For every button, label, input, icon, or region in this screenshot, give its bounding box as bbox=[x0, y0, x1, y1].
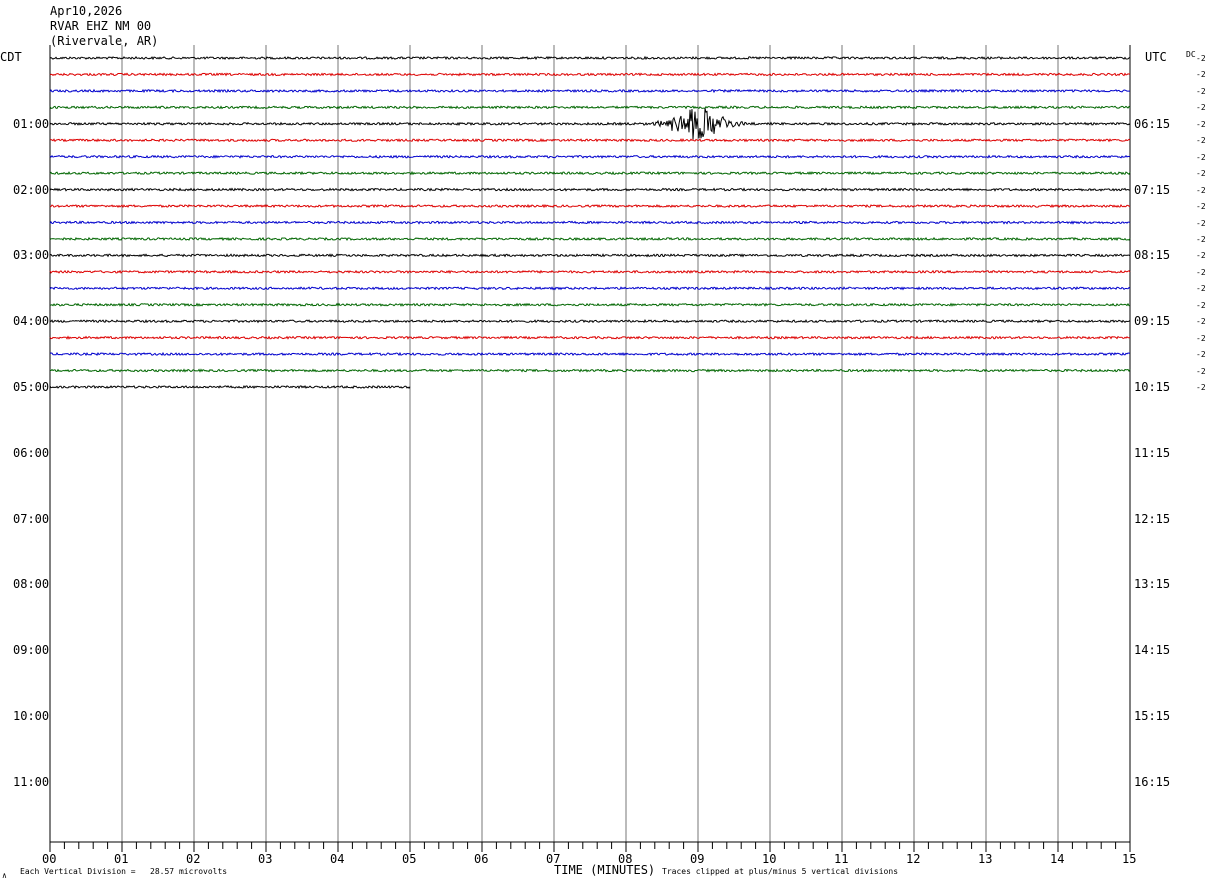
left-hour-label-0200: 02:00 bbox=[13, 182, 50, 197]
trace-line-19 bbox=[50, 368, 1131, 373]
x-tick-label-09: 09 bbox=[690, 852, 705, 866]
right-hour-label-1015: 10:15 bbox=[1134, 380, 1171, 394]
trace-line-12 bbox=[49, 253, 1131, 258]
seismic-traces bbox=[49, 55, 1131, 390]
right-hour-label-1515: 15:15 bbox=[1134, 709, 1171, 723]
right-hour-label-0815: 08:15 bbox=[1134, 248, 1171, 263]
dc-offset-15: -2 bbox=[1196, 300, 1206, 310]
trace-line-11 bbox=[49, 236, 1131, 242]
dc-offset-20: -2 bbox=[1196, 383, 1206, 392]
dc-offset-1: -2 bbox=[1196, 70, 1206, 80]
x-tick-label-13: 13 bbox=[978, 852, 993, 866]
dc-offset-16: -2 bbox=[1196, 317, 1206, 327]
x-axis-title: TIME (MINUTES) bbox=[554, 863, 656, 877]
dc-offset-6: -2 bbox=[1196, 152, 1206, 162]
trace-line-1 bbox=[49, 72, 1131, 77]
dc-offset-5: -2 bbox=[1196, 136, 1206, 146]
trace-line-10 bbox=[49, 220, 1131, 225]
trace-line-16 bbox=[49, 318, 1131, 324]
trace-line-7 bbox=[49, 170, 1131, 176]
trace-line-6 bbox=[49, 154, 1131, 159]
dc-offset-4: -2 bbox=[1196, 119, 1206, 129]
dc-offset-0: -2 bbox=[1196, 54, 1206, 63]
x-tick-label-06: 06 bbox=[474, 852, 489, 866]
trace-line-9 bbox=[49, 203, 1131, 209]
minute-gridlines bbox=[49, 45, 1131, 843]
right-hour-label-0715: 07:15 bbox=[1134, 182, 1171, 197]
right-hour-label-1615: 16:15 bbox=[1134, 774, 1171, 789]
right-hour-label-0915: 09:15 bbox=[1134, 314, 1171, 329]
x-tick-label-11: 11 bbox=[834, 852, 849, 866]
x-tick-label-15: 15 bbox=[1122, 852, 1137, 866]
dc-offset-7: -2 bbox=[1196, 169, 1206, 179]
left-hour-label-0300: 03:00 bbox=[13, 248, 50, 263]
x-tick-label-01: 01 bbox=[114, 852, 129, 866]
left-hour-label-1100: 11:00 bbox=[13, 774, 50, 789]
dc-offset-3: -2 bbox=[1196, 103, 1206, 113]
trace-line-5 bbox=[49, 138, 1131, 143]
right-hour-label-1115: 11:15 bbox=[1134, 445, 1171, 460]
dc-offset-8: -2 bbox=[1196, 185, 1206, 195]
trace-line-17 bbox=[49, 335, 1131, 340]
left-hour-label-0600: 06:00 bbox=[13, 445, 50, 460]
left-hour-label-0100: 01:00 bbox=[13, 116, 50, 131]
trace-line-2 bbox=[49, 88, 1130, 94]
trace-line-8 bbox=[49, 187, 1131, 192]
left-hour-label-0700: 07:00 bbox=[13, 511, 50, 526]
helicorder-plot bbox=[49, 45, 1131, 852]
x-axis-ticks bbox=[49, 842, 1131, 852]
right-hour-label-1415: 14:15 bbox=[1134, 643, 1171, 658]
dc-offset-11: -2 bbox=[1196, 234, 1206, 244]
dc-offset-10: -2 bbox=[1196, 218, 1206, 228]
dc-offset-9: -2 bbox=[1196, 202, 1206, 212]
right-hour-label-1215: 12:15 bbox=[1134, 511, 1171, 526]
dc-offset-18: -2 bbox=[1196, 350, 1206, 360]
clip-note: Traces clipped at plus/minus 5 vertical … bbox=[662, 867, 899, 876]
x-tick-label-00: 00 bbox=[42, 852, 57, 866]
trace-line-14 bbox=[49, 286, 1131, 291]
scale-note: Each Vertical Division = 28.57 microvolt… bbox=[20, 867, 228, 876]
x-tick-label-02: 02 bbox=[186, 852, 201, 866]
left-hour-label-1000: 10:00 bbox=[13, 709, 50, 723]
trace-line-0 bbox=[49, 55, 1131, 61]
dc-offset-14: -2 bbox=[1196, 284, 1206, 294]
x-tick-label-14: 14 bbox=[1050, 852, 1065, 866]
x-tick-label-05: 05 bbox=[402, 852, 417, 866]
dc-offset-2: -2 bbox=[1196, 86, 1206, 96]
corner-mark: ∧ bbox=[2, 871, 7, 880]
x-tick-label-12: 12 bbox=[906, 852, 921, 866]
trace-line-15 bbox=[49, 302, 1131, 307]
left-hour-label-0500: 05:00 bbox=[13, 380, 50, 394]
left-hour-label-0800: 08:00 bbox=[13, 577, 50, 592]
dc-offset-12: -2 bbox=[1196, 251, 1206, 261]
dc-offset-17: -2 bbox=[1196, 333, 1206, 343]
right-hour-label-1315: 13:15 bbox=[1134, 577, 1171, 592]
right-hour-label-0615: 06:15 bbox=[1134, 116, 1171, 131]
dc-offset-13: -2 bbox=[1196, 267, 1206, 277]
left-hour-label-0900: 09:00 bbox=[13, 643, 50, 658]
trace-line-18 bbox=[49, 351, 1131, 357]
x-tick-label-03: 03 bbox=[258, 852, 273, 866]
x-tick-label-10: 10 bbox=[762, 852, 777, 866]
trace-line-13 bbox=[49, 269, 1131, 275]
trace-line-3 bbox=[49, 105, 1131, 110]
trace-line-4 bbox=[49, 108, 1131, 140]
left-hour-label-0400: 04:00 bbox=[13, 314, 50, 329]
trace-line-20 bbox=[49, 384, 411, 390]
x-tick-label-04: 04 bbox=[330, 852, 345, 866]
dc-offset-19: -2 bbox=[1196, 366, 1206, 376]
